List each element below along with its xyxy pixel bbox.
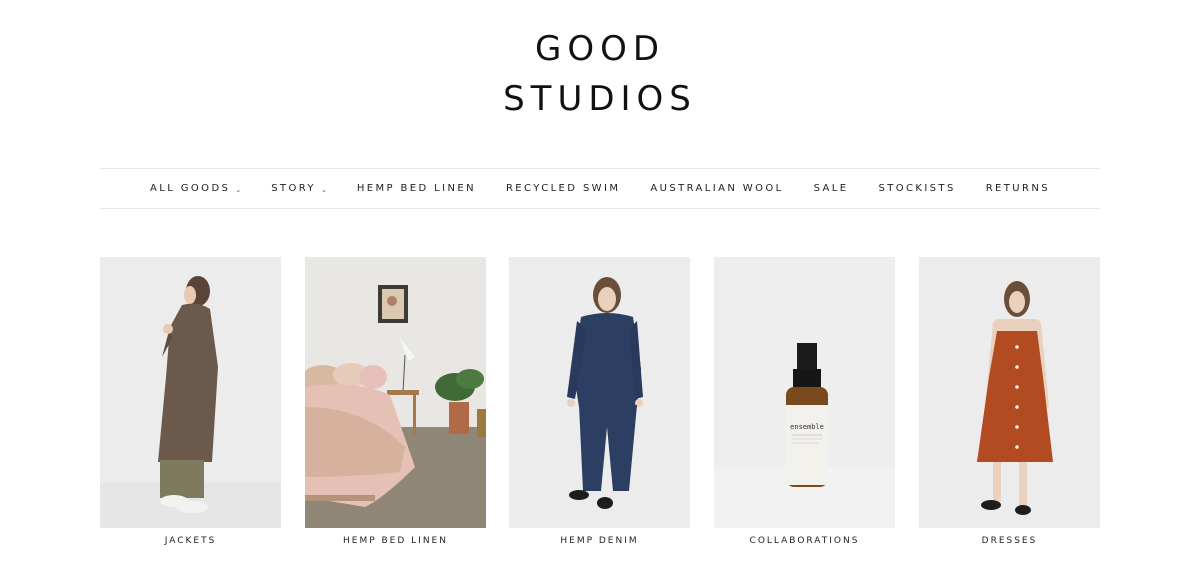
nav-item-label: RETURNS	[985, 183, 1050, 194]
nav-item-recycled-swim[interactable]: RECYCLED SWIM	[506, 183, 620, 194]
nav-item-label: SALE	[813, 183, 849, 194]
category-card-jackets[interactable]: JACKETS	[100, 257, 281, 546]
brand-logo[interactable]: GOOD STUDIOS	[0, 24, 1200, 124]
bottle-brand-text: ensemble	[790, 423, 824, 431]
category-label: JACKETS	[164, 536, 217, 546]
nav-item-label: STORY	[271, 183, 316, 194]
category-card-hemp-bed-linen[interactable]: HEMP BED LINEN	[305, 257, 486, 546]
nav-item-label: HEMP BED LINEN	[356, 183, 476, 194]
brand-line-2: STUDIOS	[503, 79, 697, 119]
category-label: DRESSES	[981, 536, 1038, 546]
nav-item-stockists[interactable]: STOCKISTS	[878, 183, 955, 194]
category-card-dresses[interactable]: DRESSES	[919, 257, 1100, 546]
nav-item-label: RECYCLED SWIM	[505, 183, 621, 194]
nav-item-sale[interactable]: SALE	[814, 183, 849, 194]
nav-item-australian-wool[interactable]: AUSTRALIAN WOOL	[650, 183, 783, 194]
dresses-photo	[919, 257, 1100, 528]
nav-item-label: ALL GOODS	[150, 183, 231, 194]
hemp-denim-photo	[509, 257, 690, 528]
collaborations-photo: ensemble	[714, 257, 895, 528]
nav-item-hemp-bed-linen[interactable]: HEMP BED LINEN	[357, 183, 476, 194]
main-nav: ALL GOODS ⌄ STORY ⌄ HEMP BED LINEN RECYC…	[100, 168, 1100, 209]
category-label: HEMP BED LINEN	[343, 536, 448, 546]
jackets-photo	[100, 257, 281, 528]
nav-item-all-goods[interactable]: ALL GOODS ⌄	[150, 183, 241, 194]
category-grid: JACKETS HEMP BED LINEN HEMP DENIM ensemb…	[100, 257, 1100, 557]
bed-linen-photo	[305, 257, 486, 528]
category-card-hemp-denim[interactable]: HEMP DENIM	[509, 257, 690, 546]
brand-line-1: GOOD	[534, 29, 666, 69]
chevron-down-icon: ⌄	[235, 185, 242, 194]
category-label: HEMP DENIM	[560, 536, 639, 546]
category-label: COLLABORATIONS	[749, 536, 860, 546]
nav-item-label: AUSTRALIAN WOOL	[650, 183, 784, 194]
nav-item-returns[interactable]: RETURNS	[986, 183, 1050, 194]
nav-item-label: STOCKISTS	[878, 183, 956, 194]
chevron-down-icon: ⌄	[320, 185, 327, 194]
nav-item-story[interactable]: STORY ⌄	[271, 183, 327, 194]
category-card-collaborations[interactable]: ensemble COLLABORATIONS	[714, 257, 895, 546]
